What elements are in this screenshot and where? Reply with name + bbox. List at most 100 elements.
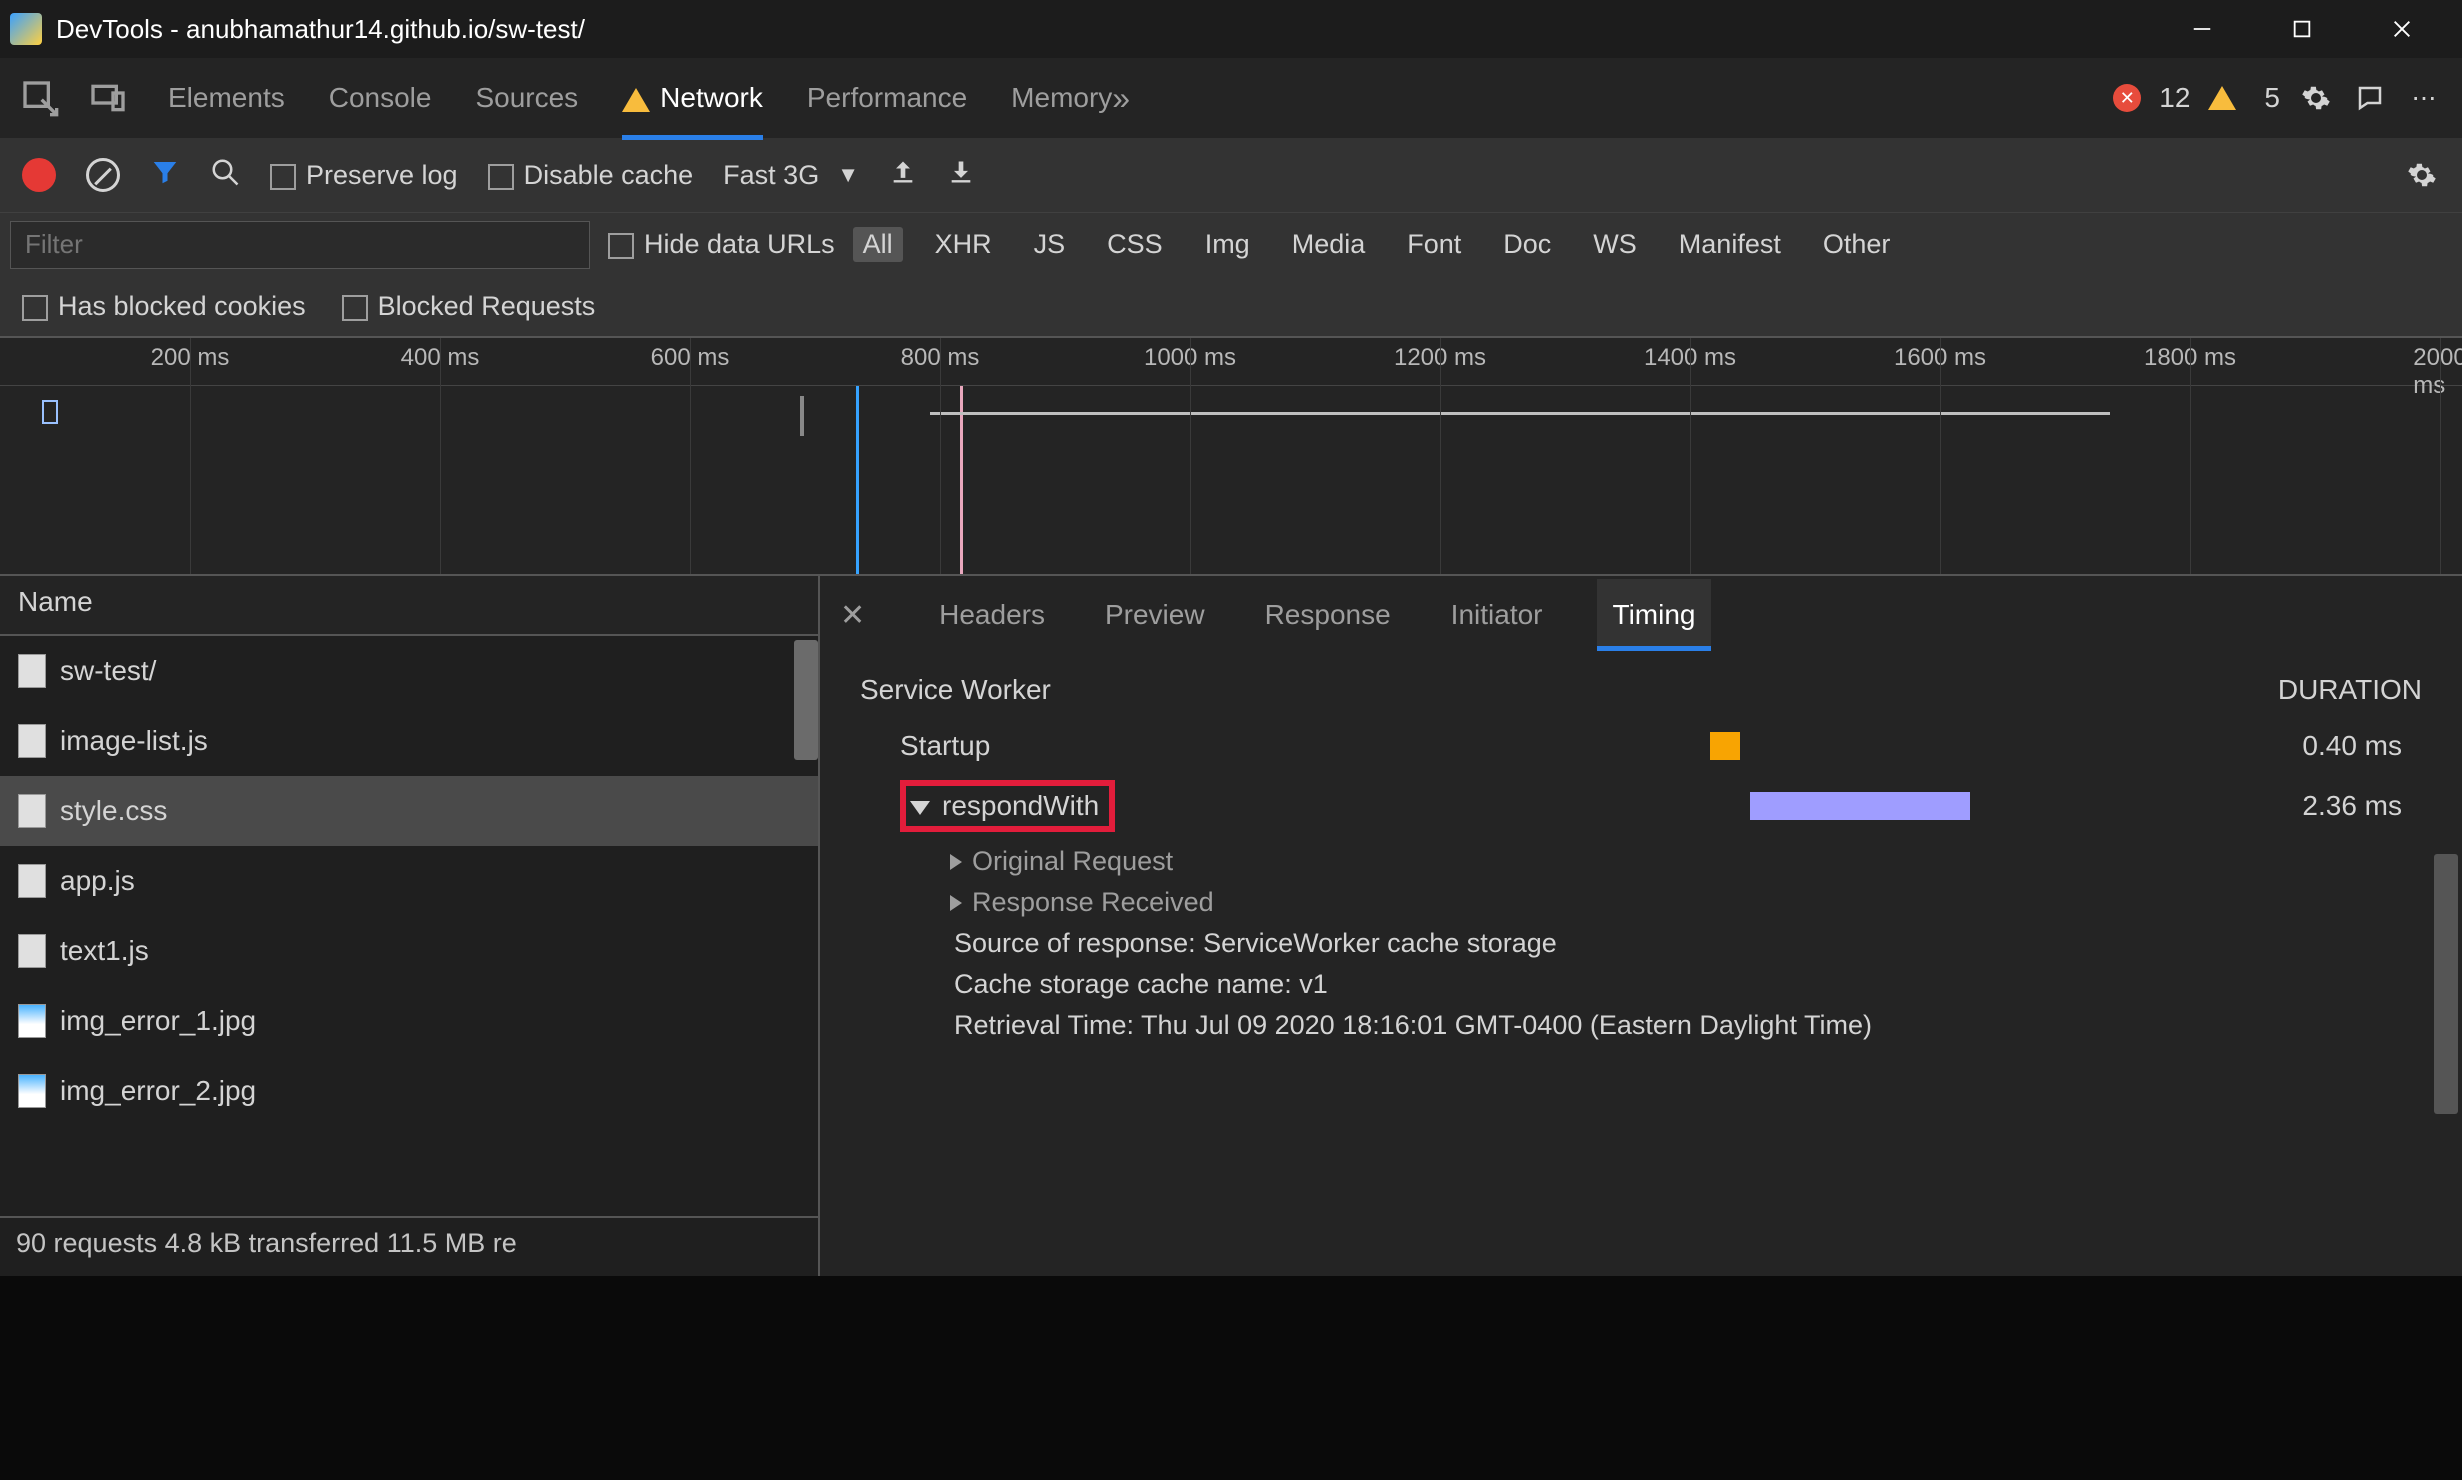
upload-har-icon[interactable] [889,158,917,193]
request-list-scrollbar[interactable] [794,640,818,760]
detail-tab-timing[interactable]: Timing [1597,579,1712,651]
maximize-button[interactable] [2282,9,2322,49]
more-menu-icon[interactable]: ⋯ [2406,80,2442,116]
timing-sub-response-received[interactable]: Response Received [860,887,2422,918]
document-file-icon [18,864,46,898]
request-row[interactable]: img_error_1.jpg [0,986,818,1056]
throttle-select[interactable]: Fast 3G▼ [723,160,859,191]
detail-tab-initiator[interactable]: Initiator [1445,579,1549,651]
request-name: image-list.js [60,725,208,757]
request-row[interactable]: style.css [0,776,818,846]
type-filter-other[interactable]: Other [1813,227,1901,262]
type-filter-doc[interactable]: Doc [1493,227,1561,262]
request-list-header[interactable]: Name [0,576,818,636]
type-filter-all[interactable]: All [853,227,903,262]
timing-label-startup: Startup [860,730,1540,762]
close-button[interactable] [2382,9,2422,49]
type-filter-img[interactable]: Img [1195,227,1260,262]
blocked-requests-checkbox[interactable]: Blocked Requests [342,291,596,322]
search-icon[interactable] [210,157,240,194]
panel-tabstrip: Elements Console Sources Network Performance… [0,58,2462,138]
error-badge-icon[interactable]: ✕ [2113,84,2141,112]
type-filter-js[interactable]: JS [1024,227,1076,262]
timing-duration-startup: 0.40 ms [1960,730,2422,762]
settings-icon[interactable] [2298,80,2334,116]
request-status-bar: 90 requests 4.8 kB transferred 11.5 MB r… [0,1216,818,1276]
download-har-icon[interactable] [947,158,975,193]
network-settings-icon[interactable] [2404,157,2440,193]
timeline-selection[interactable] [42,400,58,424]
type-filter-css[interactable]: CSS [1097,227,1173,262]
hide-data-urls-checkbox[interactable]: Hide data URLs [608,229,835,260]
request-name: img_error_1.jpg [60,1005,256,1037]
timing-duration-respondwith: 2.36 ms [1960,790,2422,822]
network-toolbar: Preserve log Disable cache Fast 3G▼ [0,138,2462,212]
request-name: img_error_2.jpg [60,1075,256,1107]
timing-label-respondwith: respondWith [860,780,1540,832]
feedback-icon[interactable] [2352,80,2388,116]
type-filter-xhr[interactable]: XHR [925,227,1002,262]
filter-input[interactable] [10,221,590,269]
detail-tab-response[interactable]: Response [1259,579,1397,651]
document-file-icon [18,794,46,828]
timing-section-title: Service Worker [860,674,1051,706]
type-filter-ws[interactable]: WS [1583,227,1647,262]
type-filter-media[interactable]: Media [1282,227,1376,262]
device-toggle-icon[interactable] [88,78,128,118]
timing-duration-header: DURATION [2278,674,2422,706]
disable-cache-checkbox[interactable]: Disable cache [488,160,694,191]
request-row[interactable]: image-list.js [0,706,818,776]
type-filter-manifest[interactable]: Manifest [1669,227,1791,262]
app-icon [10,13,42,45]
timing-info-cache: Cache storage cache name: v1 [860,969,2422,1000]
inspect-element-icon[interactable] [20,78,60,118]
image-file-icon [18,1074,46,1108]
filter-row-2: Has blocked cookies Blocked Requests [0,276,2462,336]
panel-tab-elements[interactable]: Elements [168,60,285,136]
collapse-triangle-icon [950,895,962,911]
domcontentloaded-line [856,386,859,576]
image-file-icon [18,1004,46,1038]
timing-bar-respondwith [1750,792,1970,820]
error-count[interactable]: 12 [2159,82,2190,114]
request-name: app.js [60,865,135,897]
document-file-icon [18,934,46,968]
detail-scrollbar[interactable] [2434,854,2458,1114]
timing-sub-original-request[interactable]: Original Request [860,846,2422,877]
warning-count[interactable]: 5 [2264,82,2280,114]
network-timeline[interactable]: 200 ms400 ms600 ms800 ms1000 ms1200 ms14… [0,336,2462,576]
record-button[interactable] [22,158,56,192]
panel-tab-sources[interactable]: Sources [475,60,578,136]
detail-tab-preview[interactable]: Preview [1099,579,1211,651]
request-row[interactable]: app.js [0,846,818,916]
preserve-log-checkbox[interactable]: Preserve log [270,160,458,191]
panel-tab-console[interactable]: Console [329,60,432,136]
detail-close-icon[interactable]: ✕ [840,598,865,633]
timing-row-respondwith[interactable]: respondWith 2.36 ms [860,780,2422,832]
clear-button[interactable] [86,158,120,192]
warning-icon [622,88,650,112]
panel-tab-network[interactable]: Network [622,60,763,136]
panel-tab-memory[interactable]: Memory [1011,60,1112,136]
warning-badge-icon[interactable] [2208,86,2236,110]
more-panels-icon[interactable]: » [1112,80,1130,117]
detail-tab-headers[interactable]: Headers [933,579,1051,651]
document-file-icon [18,654,46,688]
minimize-button[interactable] [2182,9,2222,49]
filter-toggle-icon[interactable] [150,157,180,194]
timeline-bar [930,412,2110,415]
type-filter-font[interactable]: Font [1397,227,1471,262]
request-list: Name sw-test/image-list.js style.css app.j… [0,576,820,1276]
has-blocked-cookies-checkbox[interactable]: Has blocked cookies [22,291,306,322]
request-row[interactable]: text1.js [0,916,818,986]
request-row[interactable]: sw-test/ [0,636,818,706]
filter-row: Hide data URLs All XHR JS CSS Img Media Font Do… [0,212,2462,276]
request-name: text1.js [60,935,149,967]
panel-tab-performance[interactable]: Performance [807,60,967,136]
timing-info-source: Source of response: ServiceWorker cache … [860,928,2422,959]
request-row[interactable]: img_error_2.jpg [0,1056,818,1126]
timeline-handle[interactable] [800,396,804,436]
timing-row-startup: Startup 0.40 ms [860,726,2422,766]
expand-triangle-icon[interactable] [910,801,930,815]
timing-bar-startup [1710,732,1740,760]
